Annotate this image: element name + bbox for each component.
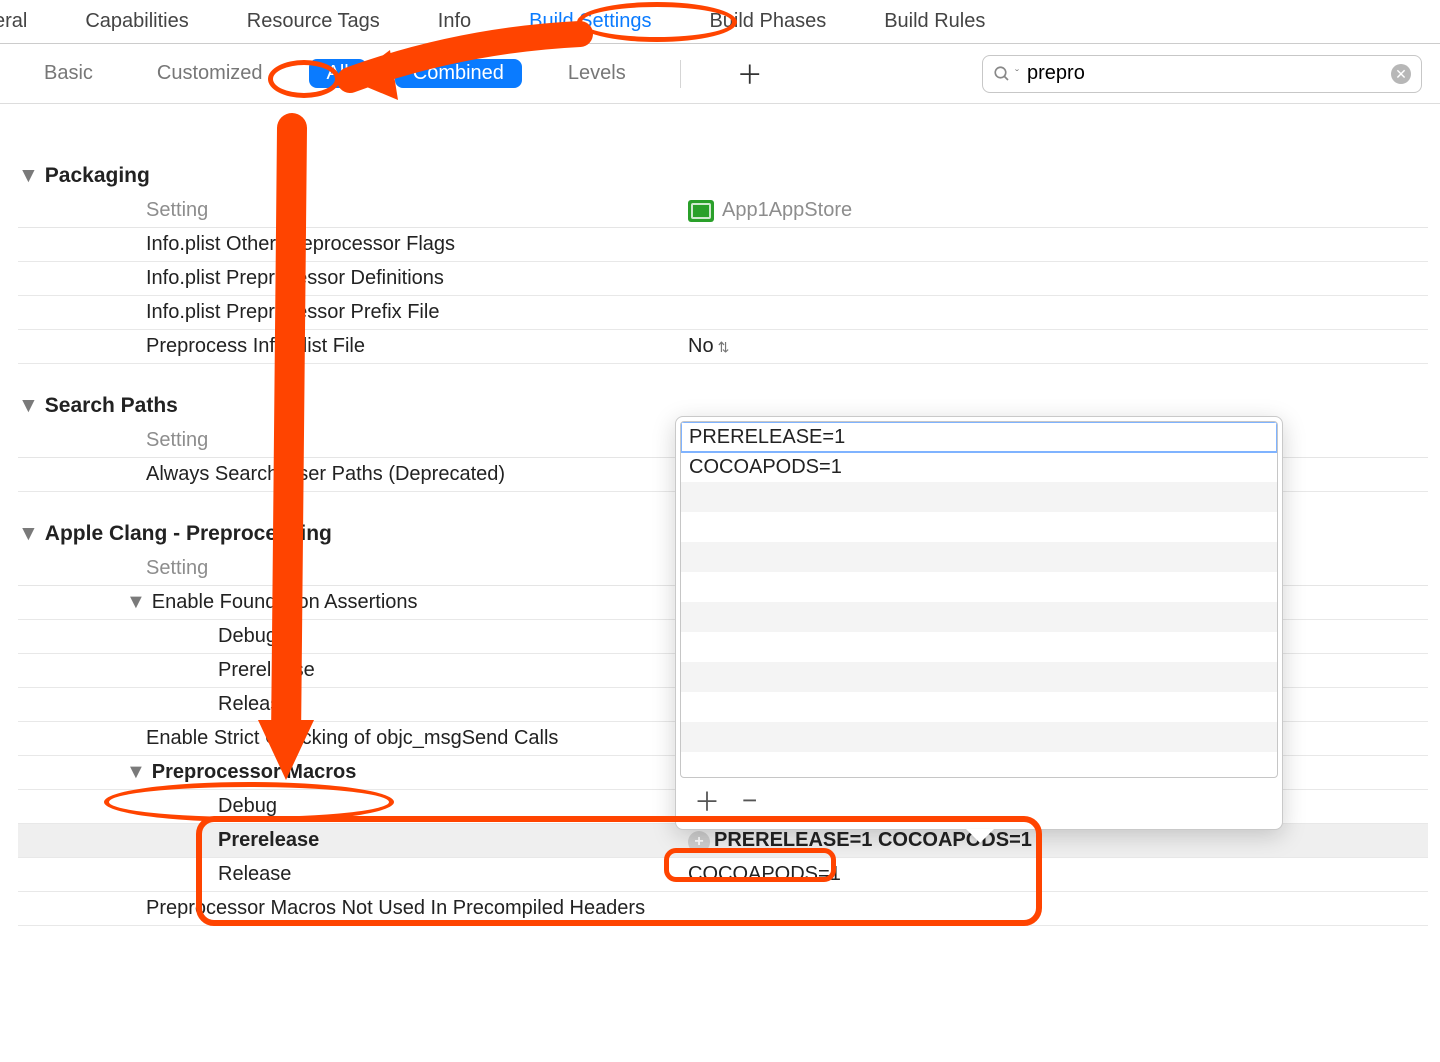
list-item bbox=[681, 572, 1277, 602]
section-search-paths[interactable]: ▼ Search Paths bbox=[18, 394, 1428, 418]
disclosure-triangle-icon[interactable]: ▼ bbox=[126, 761, 146, 784]
list-item bbox=[681, 482, 1277, 512]
setting-column-label: Setting bbox=[18, 429, 678, 452]
disclosure-triangle-icon[interactable]: ▼ bbox=[18, 522, 39, 546]
section-title: Search Paths bbox=[45, 394, 178, 418]
section-title: Packaging bbox=[45, 164, 150, 188]
list-item bbox=[681, 692, 1277, 722]
popover-footer: ＋ − bbox=[676, 782, 1282, 829]
list-item[interactable]: PRERELEASE=1 bbox=[681, 422, 1277, 452]
separator bbox=[680, 60, 681, 88]
setting-row[interactable]: Preprocess Info.plist File No⇅ bbox=[18, 330, 1428, 364]
disclosure-triangle-icon[interactable]: ▼ bbox=[126, 591, 146, 614]
list-item bbox=[681, 662, 1277, 692]
section-title: Apple Clang - Preprocessing bbox=[45, 522, 332, 546]
list-item bbox=[681, 602, 1277, 632]
value-list[interactable]: PRERELEASE=1 COCOAPODS=1 bbox=[680, 421, 1278, 778]
disclosure-triangle-icon[interactable]: ▼ bbox=[18, 164, 39, 188]
filter-customized[interactable]: Customized bbox=[139, 59, 281, 88]
list-item[interactable]: COCOAPODS=1 bbox=[681, 452, 1277, 482]
list-item bbox=[681, 632, 1277, 662]
filter-combined[interactable]: Combined bbox=[395, 59, 522, 88]
add-setting-button[interactable]: ＋ bbox=[737, 55, 763, 92]
tab-info[interactable]: Info bbox=[438, 10, 471, 33]
popover-pointer-icon bbox=[966, 829, 994, 843]
remove-item-button[interactable]: − bbox=[742, 785, 757, 816]
column-header: Setting App1AppStore bbox=[18, 194, 1428, 228]
search-box[interactable]: ˇ ✕ bbox=[982, 55, 1422, 93]
tab-build-rules[interactable]: Build Rules bbox=[884, 10, 985, 33]
target-column: App1AppStore bbox=[678, 199, 1428, 222]
top-tab-bar: eral Capabilities Resource Tags Info Bui… bbox=[0, 0, 1440, 44]
tab-build-settings[interactable]: Build Settings bbox=[529, 10, 651, 33]
tab-general[interactable]: eral bbox=[0, 10, 27, 33]
filter-basic[interactable]: Basic bbox=[26, 59, 111, 88]
list-item bbox=[681, 542, 1277, 572]
list-item bbox=[681, 722, 1277, 752]
list-item bbox=[681, 512, 1277, 542]
config-row-release[interactable]: Release COCOAPODS=1 bbox=[18, 858, 1428, 892]
setting-row[interactable]: Info.plist Other Preprocessor Flags bbox=[18, 228, 1428, 262]
setting-column-label: Setting bbox=[18, 557, 678, 580]
filter-all[interactable]: All bbox=[309, 59, 367, 88]
chevron-down-icon[interactable]: ˇ bbox=[1015, 67, 1019, 81]
value-editor-popover: PRERELEASE=1 COCOAPODS=1 ＋ − bbox=[675, 416, 1283, 830]
search-icon bbox=[993, 65, 1011, 83]
setting-column-label: Setting bbox=[18, 199, 678, 222]
setting-row[interactable]: Preprocessor Macros Not Used In Precompi… bbox=[18, 892, 1428, 926]
setting-row[interactable]: Info.plist Preprocessor Definitions bbox=[18, 262, 1428, 296]
stepper-icon[interactable]: ⇅ bbox=[718, 339, 730, 355]
section-packaging[interactable]: ▼ Packaging bbox=[18, 164, 1428, 188]
disclosure-triangle-icon[interactable]: ▼ bbox=[18, 394, 39, 418]
filter-bar: Basic Customized All Combined Levels ＋ ˇ… bbox=[0, 44, 1440, 104]
tab-capabilities[interactable]: Capabilities bbox=[85, 10, 188, 33]
tab-build-phases[interactable]: Build Phases bbox=[709, 10, 826, 33]
target-name: App1AppStore bbox=[722, 199, 852, 222]
add-value-icon[interactable]: + bbox=[688, 831, 710, 853]
setting-row[interactable]: Info.plist Preprocessor Prefix File bbox=[18, 296, 1428, 330]
search-input[interactable] bbox=[1027, 62, 1383, 85]
tab-resource-tags[interactable]: Resource Tags bbox=[247, 10, 380, 33]
target-app-icon bbox=[688, 200, 714, 222]
clear-search-button[interactable]: ✕ bbox=[1391, 64, 1411, 84]
filter-levels[interactable]: Levels bbox=[550, 59, 644, 88]
add-item-button[interactable]: ＋ bbox=[694, 782, 720, 819]
